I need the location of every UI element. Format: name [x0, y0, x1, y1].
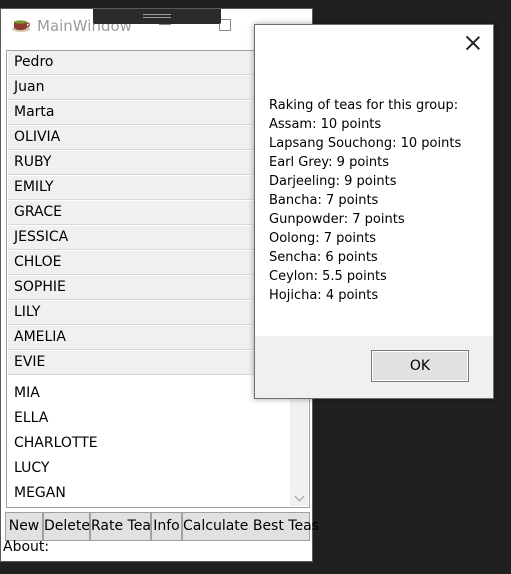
list-item[interactable]: LILY	[8, 301, 258, 325]
teacup-icon	[12, 20, 30, 32]
ranking-line: Ceylon: 5.5 points	[269, 269, 387, 284]
new-button[interactable]: New	[5, 512, 43, 541]
dialog-footer: OK	[255, 336, 493, 398]
button-row: New Delete Rate Tea Info Calculate Best …	[5, 512, 319, 542]
scroll-down-arrow-icon[interactable]	[294, 491, 305, 502]
about-label: About:	[3, 539, 50, 555]
ranking-line: Bancha: 7 points	[269, 193, 379, 208]
list-item[interactable]: EMILY	[8, 176, 258, 200]
delete-button[interactable]: Delete	[43, 512, 90, 541]
ok-button[interactable]: OK	[371, 350, 469, 382]
ranking-heading: Raking of teas for this group:	[269, 98, 459, 113]
list-item[interactable]: JESSICA	[8, 226, 258, 250]
ranking-line: Gunpowder: 7 points	[269, 212, 405, 227]
list-item[interactable]: LUCY	[8, 457, 309, 481]
list-item[interactable]: OLIVIA	[8, 126, 258, 150]
list-item[interactable]: RUBY	[8, 151, 258, 175]
info-button[interactable]: Info	[151, 512, 182, 541]
calculate-best-teas-button[interactable]: Calculate Best Teas	[182, 512, 319, 541]
list-item[interactable]: EVIE	[8, 351, 258, 375]
ranking-line: Oolong: 7 points	[269, 231, 377, 246]
list-item[interactable]: MEGAN	[8, 482, 309, 506]
drag-handle[interactable]	[93, 9, 221, 24]
list-item[interactable]: AMELIA	[8, 326, 258, 350]
rate-tea-button[interactable]: Rate Tea	[90, 512, 151, 541]
close-icon[interactable]	[463, 33, 483, 53]
list-item[interactable]: Pedro	[8, 51, 258, 75]
list-item[interactable]: GRACE	[8, 201, 258, 225]
ranking-line: Hojicha: 4 points	[269, 288, 379, 303]
list-item[interactable]: CHLOE	[8, 251, 258, 275]
ranking-line: Darjeeling: 9 points	[269, 174, 397, 189]
dialog-message: Raking of teas for this group: Assam: 10…	[269, 96, 461, 305]
ranking-line: Sencha: 6 points	[269, 250, 378, 265]
message-dialog: Raking of teas for this group: Assam: 10…	[254, 24, 494, 399]
list-item[interactable]: Juan	[8, 76, 258, 100]
ranking-line: Assam: 10 points	[269, 117, 382, 132]
ranking-line: Earl Grey: 9 points	[269, 155, 389, 170]
list-item[interactable]: SOPHIE	[8, 276, 258, 300]
list-item[interactable]: Marta	[8, 101, 258, 125]
list-item[interactable]: CHARLOTTE	[8, 432, 309, 456]
ranking-line: Lapsang Souchong: 10 points	[269, 136, 462, 151]
list-item[interactable]: ELLA	[8, 407, 309, 431]
